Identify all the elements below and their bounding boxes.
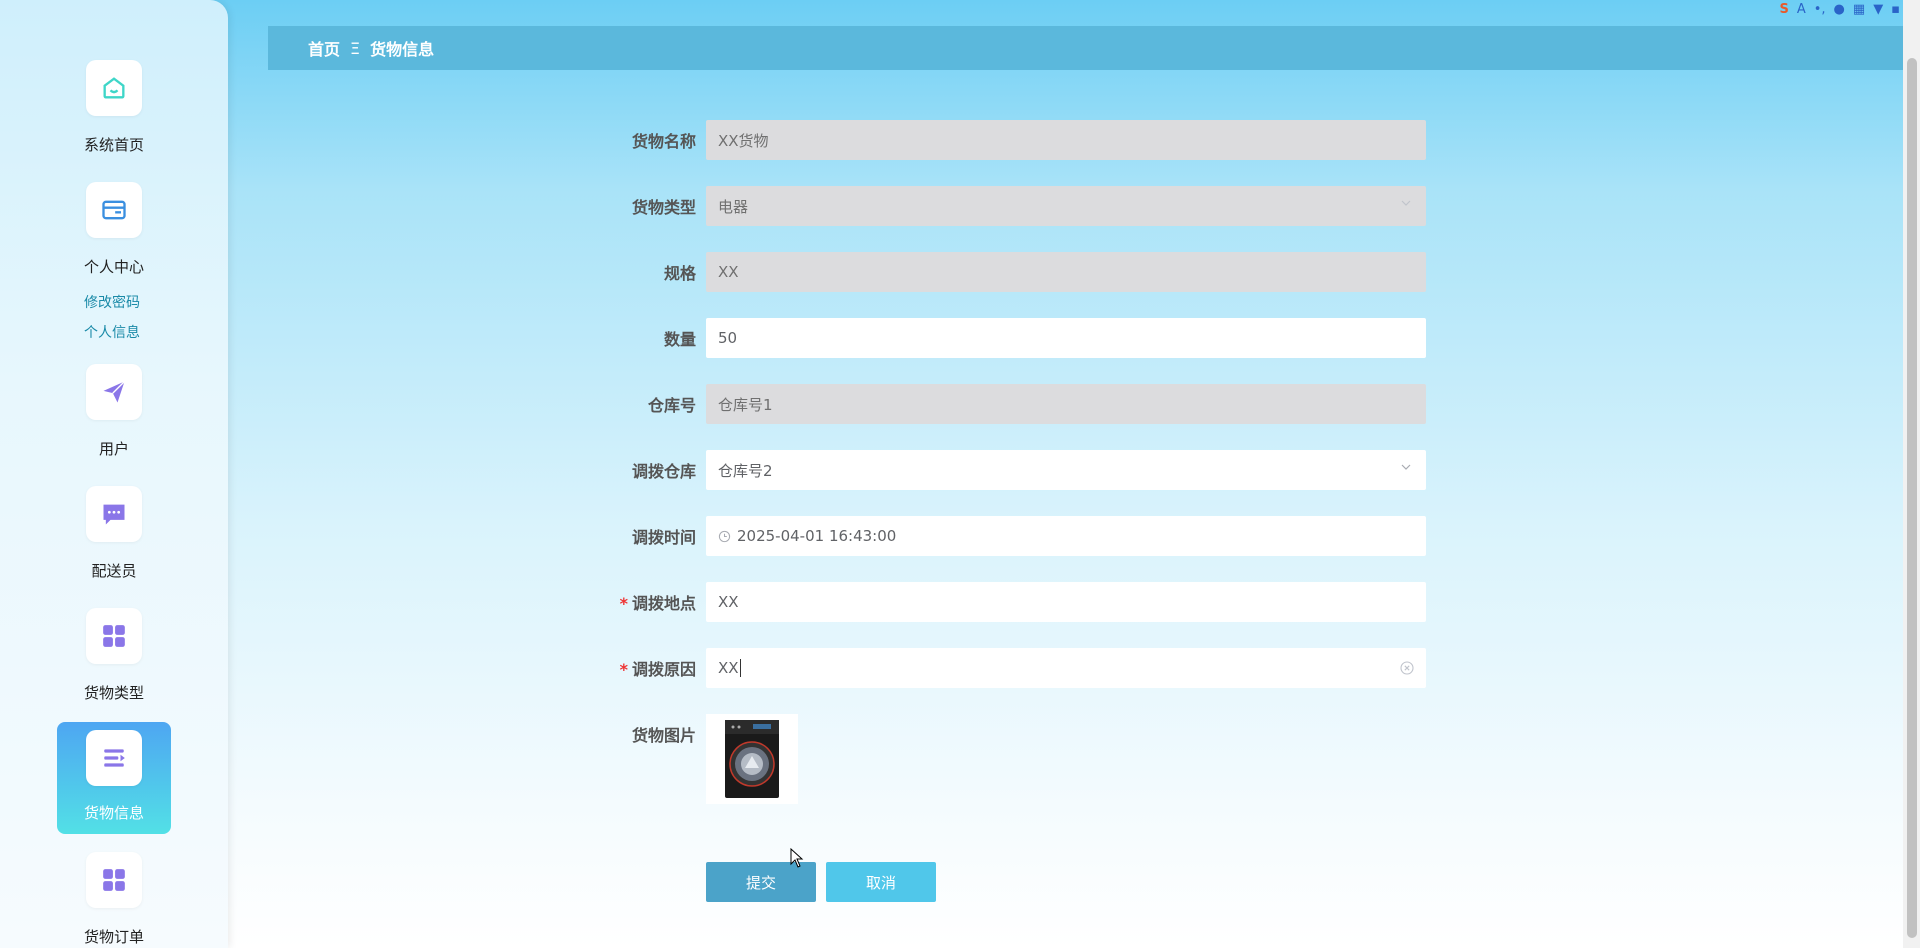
- system-tray: S A •, ● ▦ ▼ ▪: [1779, 0, 1900, 18]
- sidebar-item-couriers[interactable]: 配送员: [57, 486, 171, 581]
- transfer-warehouse-select[interactable]: 仓库号2: [706, 450, 1426, 490]
- chat-icon: [103, 504, 125, 525]
- punctuation-icon: •,: [1813, 1, 1826, 17]
- apps-icon: ▪: [1891, 1, 1900, 17]
- sidebar-item-users[interactable]: 用户: [57, 364, 171, 459]
- grid-icon: [103, 869, 125, 891]
- form-row-transfer-time: 调拨时间 2025-04-01 16:43:00: [600, 516, 1426, 556]
- transfer-time-picker[interactable]: 2025-04-01 16:43:00: [706, 516, 1426, 556]
- sidebar: 系统首页 个人中心 修改密码 个人信息 用户 配送员 货物类型 货物信息 货物订…: [0, 0, 228, 948]
- sidebar-item-label: 个人中心: [83, 258, 144, 276]
- sidebar-sub-personal-info[interactable]: 个人信息: [84, 322, 140, 342]
- submit-button[interactable]: 提交: [706, 862, 816, 902]
- field-label: 货物图片: [631, 726, 696, 745]
- text-caret: [739, 659, 741, 677]
- shirt-icon: ▼: [1873, 1, 1884, 17]
- field-label: 规格: [663, 264, 696, 283]
- form-row-type: 货物类型 电器: [600, 186, 1426, 226]
- datetime-value: 2025-04-01 16:43:00: [737, 527, 897, 545]
- field-label: 调拨时间: [631, 528, 696, 547]
- washing-machine-image: [725, 720, 779, 798]
- field-label: 货物名称: [631, 132, 696, 151]
- breadcrumb-home[interactable]: 首页: [308, 36, 340, 60]
- field-label: * 调拨原因: [600, 656, 696, 680]
- microphone-icon: ●: [1833, 1, 1845, 17]
- quantity-input[interactable]: 50: [706, 318, 1426, 358]
- paper-plane-icon: [103, 381, 125, 403]
- sidebar-item-label: 货物类型: [83, 684, 144, 702]
- form-row-transfer-place: * 调拨地点 XX: [600, 582, 1426, 622]
- mouse-cursor-icon: [790, 848, 804, 868]
- sidebar-item-personal-center[interactable]: 个人中心: [57, 182, 171, 277]
- sidebar-item-cargo-types[interactable]: 货物类型: [57, 608, 171, 703]
- form-row-transfer-reason: * 调拨原因 XX: [600, 648, 1426, 688]
- ime-logo-icon: S: [1779, 1, 1789, 17]
- chevron-down-icon: [1401, 200, 1411, 206]
- clear-icon[interactable]: [1400, 661, 1414, 675]
- home-icon: [103, 77, 125, 99]
- vertical-scrollbar[interactable]: [1903, 0, 1920, 948]
- list-icon: [104, 749, 125, 767]
- input-value: XX: [718, 659, 739, 677]
- select-value: 仓库号2: [718, 461, 773, 480]
- clock-icon: [718, 530, 731, 542]
- sidebar-item-label: 系统首页: [83, 136, 144, 154]
- transfer-reason-input[interactable]: XX: [706, 648, 1426, 688]
- breadcrumb-current: 货物信息: [370, 40, 435, 59]
- cargo-type-select[interactable]: 电器: [706, 186, 1426, 226]
- form-row-image: 货物图片: [600, 714, 706, 754]
- field-label: 仓库号: [647, 396, 696, 415]
- sidebar-item-home[interactable]: 系统首页: [57, 60, 171, 155]
- cancel-button[interactable]: 取消: [826, 862, 936, 902]
- warehouse-input[interactable]: 仓库号1: [706, 384, 1426, 424]
- sidebar-item-cargo-info[interactable]: 货物信息: [57, 722, 171, 834]
- form-row-warehouse: 仓库号 仓库号1: [600, 384, 1426, 424]
- sidebar-item-label: 货物信息: [83, 804, 144, 822]
- sidebar-item-label: 用户: [98, 440, 129, 458]
- required-mark: *: [619, 594, 628, 613]
- form-row-transfer-warehouse: 调拨仓库 仓库号2: [600, 450, 1426, 490]
- cargo-image[interactable]: [706, 714, 798, 804]
- wallet-icon: [102, 200, 126, 220]
- field-label: 调拨仓库: [631, 462, 696, 481]
- chevron-down-icon: [1401, 464, 1411, 470]
- field-label: 货物类型: [631, 198, 696, 217]
- form-row-spec: 规格 XX: [600, 252, 1426, 292]
- font-icon: A: [1796, 1, 1806, 17]
- form-row-quantity: 数量 50: [600, 318, 1426, 358]
- field-label-text: 调拨原因: [631, 660, 696, 679]
- sidebar-item-label: 配送员: [91, 562, 137, 580]
- field-label-text: 调拨地点: [631, 594, 696, 613]
- transfer-place-input[interactable]: XX: [706, 582, 1426, 622]
- breadcrumb: 首页 Ξ 货物信息: [268, 26, 1903, 70]
- breadcrumb-separator: Ξ: [350, 38, 361, 58]
- sidebar-item-cargo-orders[interactable]: 货物订单: [57, 852, 171, 947]
- field-label: 数量: [663, 330, 696, 349]
- form-row-name: 货物名称 XX货物: [600, 120, 1426, 160]
- sidebar-item-label: 货物订单: [83, 928, 144, 946]
- spec-input[interactable]: XX: [706, 252, 1426, 292]
- cargo-name-input[interactable]: XX货物: [706, 120, 1426, 160]
- grid-icon: [103, 625, 125, 647]
- scrollbar-thumb[interactable]: [1907, 58, 1917, 938]
- select-value: 电器: [718, 197, 749, 216]
- keyboard-icon: ▦: [1852, 1, 1866, 17]
- sidebar-sub-change-password[interactable]: 修改密码: [84, 292, 140, 312]
- field-label: * 调拨地点: [600, 590, 696, 614]
- required-mark: *: [619, 660, 628, 679]
